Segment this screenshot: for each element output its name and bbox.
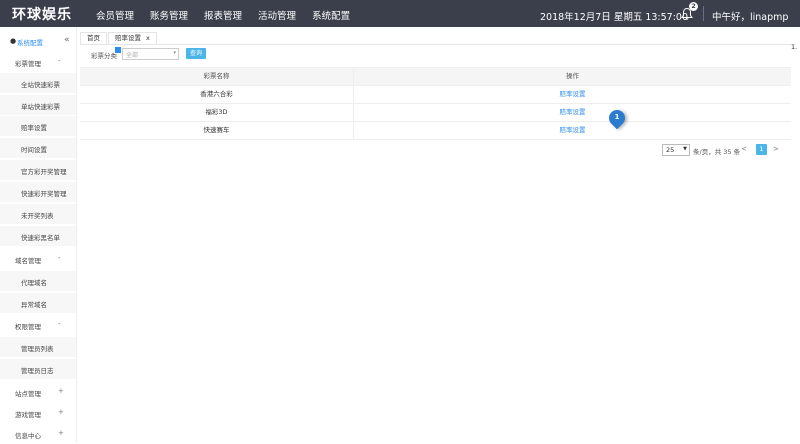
chevron-down-icon: ▾ xyxy=(173,50,176,56)
user-greeting[interactable]: 中午好，linapmp xyxy=(712,9,788,23)
category-select[interactable]: 全部 ▾ xyxy=(122,48,179,60)
chevron-down-icon: ▼ xyxy=(683,146,687,152)
sidebar-item-label: 未开奖列表 xyxy=(21,212,54,220)
sidebar-item-label: 域名管理 xyxy=(15,257,41,265)
nav-system-config[interactable]: 系统配置 xyxy=(312,8,350,22)
table-header-row: 彩票名称 操作 xyxy=(80,67,791,86)
sidebar-item-label: 快速彩黑名单 xyxy=(21,234,60,242)
sidebar-item-label: 时间设置 xyxy=(21,146,47,154)
nav-account-management[interactable]: 账务管理 xyxy=(150,8,188,22)
table-row: 香港六合彩 赔率设置 xyxy=(80,86,791,104)
nav-report-management[interactable]: 报表管理 xyxy=(204,8,242,22)
sidebar-group-game[interactable]: 游戏管理 + xyxy=(0,403,76,423)
lottery-table: 彩票名称 操作 香港六合彩 赔率设置 福彩3D 赔率设置 快速赛车 赔率设置 xyxy=(80,67,791,140)
site-logo[interactable]: 环球娱乐 xyxy=(12,4,72,24)
next-page-button[interactable]: > xyxy=(773,145,779,153)
marker-square-icon xyxy=(114,46,122,54)
table-row: 福彩3D 赔率设置 xyxy=(80,104,791,122)
page-size-value: 25 xyxy=(666,146,675,154)
odds-settings-link[interactable]: 赔率设置 xyxy=(560,90,586,98)
sidebar-group-permissions[interactable]: 权限管理 - xyxy=(0,315,76,335)
sidebar-title[interactable]: ● 系统配置 « xyxy=(0,34,76,48)
sidebar-item-label: 赔率设置 xyxy=(21,124,47,132)
page-size-select[interactable]: 25 ▼ xyxy=(662,144,690,156)
collapse-toggle-icon[interactable]: - xyxy=(58,320,61,328)
sidebar-title-label: 系统配置 xyxy=(17,39,43,47)
sidebar-item-label: 游戏管理 xyxy=(15,411,41,419)
user-icon: ● xyxy=(10,37,17,45)
page-tabs: 首页 赔率设置 x xyxy=(80,32,158,45)
sidebar-item-label: 权限管理 xyxy=(15,323,41,331)
sidebar-item-undrawn-list[interactable]: 未开奖列表 xyxy=(0,204,76,224)
sidebar-group-lottery[interactable]: 彩票管理 - xyxy=(0,52,76,72)
datetime-display: 2018年12月7日 星期五 13:57:00 xyxy=(540,12,689,23)
tab-label: 赔率设置 xyxy=(115,34,141,42)
collapse-toggle-icon[interactable]: - xyxy=(58,254,61,262)
current-page-button[interactable]: 1 xyxy=(756,144,767,155)
sidebar-item-abnormal-domain[interactable]: 异常域名 xyxy=(0,293,76,313)
table-row: 快速赛车 赔率设置 xyxy=(80,122,791,140)
sidebar-group-info-center[interactable]: 信息中心 + xyxy=(0,424,76,444)
sidebar-item-label: 快速彩开奖管理 xyxy=(21,190,67,198)
sidebar-item-label: 官方彩开奖管理 xyxy=(21,168,67,176)
sidebar-item-label: 代理域名 xyxy=(21,279,47,287)
sidebar-item-label: 站点管理 xyxy=(15,390,41,398)
sidebar-item-admin-log[interactable]: 管理员日志 xyxy=(0,359,76,379)
sidebar-item-fast-lottery-blacklist[interactable]: 快速彩黑名单 xyxy=(0,226,76,246)
action-cell: 赔率设置 xyxy=(354,86,791,103)
sidebar-group-domain[interactable]: 域名管理 - xyxy=(0,249,76,269)
header-divider xyxy=(703,6,704,21)
expand-toggle-icon[interactable]: + xyxy=(58,429,64,437)
expand-toggle-icon[interactable]: + xyxy=(58,408,64,416)
close-icon[interactable]: x xyxy=(146,34,150,42)
action-cell: 赔率设置 xyxy=(354,122,791,139)
sidebar-item-label: 全站快速彩票 xyxy=(21,81,60,89)
search-button[interactable]: 查询 xyxy=(186,48,206,59)
odds-settings-link[interactable]: 赔率设置 xyxy=(560,126,586,134)
nav-activity-management[interactable]: 活动管理 xyxy=(258,8,296,22)
tabs-divider xyxy=(80,44,796,45)
collapse-toggle-icon[interactable]: - xyxy=(58,57,61,65)
sidebar-item-official-draw-management[interactable]: 官方彩开奖管理 xyxy=(0,160,76,180)
sidebar-item-all-site-fast-lottery[interactable]: 全站快速彩票 xyxy=(0,73,76,93)
sidebar-item-label: 单站快速彩票 xyxy=(21,103,60,111)
sidebar-item-label: 管理员日志 xyxy=(21,367,54,375)
pagination-info: 条/页，共 35 条 xyxy=(693,148,741,156)
main-nav: 会员管理 账务管理 报表管理 活动管理 系统配置 xyxy=(96,8,366,22)
sidebar-item-label: 异常域名 xyxy=(21,301,47,309)
category-select-value: 全部 xyxy=(126,52,139,59)
lottery-name-cell: 香港六合彩 xyxy=(80,86,354,103)
sidebar-item-admin-list[interactable]: 管理员列表 xyxy=(0,337,76,357)
sidebar-item-odds-settings[interactable]: 赔率设置 xyxy=(0,116,76,136)
sidebar-item-label: 管理员列表 xyxy=(21,345,54,353)
sidebar-item-label: 彩票管理 xyxy=(15,60,41,68)
pin-label: 1 xyxy=(614,113,620,121)
notification-badge: 2 xyxy=(689,2,698,11)
lottery-name-cell: 福彩3D xyxy=(80,104,354,121)
sidebar-item-time-settings[interactable]: 时间设置 xyxy=(0,138,76,158)
lottery-name-cell: 快速赛车 xyxy=(80,122,354,139)
odds-settings-link[interactable]: 赔率设置 xyxy=(560,108,586,116)
top-header-bar: 环球娱乐 会员管理 账务管理 报表管理 活动管理 系统配置 2018年12月7日… xyxy=(0,0,800,27)
sidebar-item-label: 信息中心 xyxy=(15,432,41,440)
edge-text: 1. xyxy=(791,43,798,51)
action-cell: 赔率设置 xyxy=(354,104,791,121)
expand-toggle-icon[interactable]: + xyxy=(58,387,64,395)
sidebar-item-single-site-fast-lottery[interactable]: 单站快速彩票 xyxy=(0,95,76,115)
column-header-lottery-name: 彩票名称 xyxy=(80,68,354,85)
sidebar: ● 系统配置 « 彩票管理 - 全站快速彩票 单站快速彩票 赔率设置 时间设置 … xyxy=(0,27,77,443)
sidebar-group-site[interactable]: 站点管理 + xyxy=(0,382,76,402)
prev-page-button[interactable]: < xyxy=(741,145,747,153)
column-header-action: 操作 xyxy=(566,72,579,80)
collapse-sidebar-icon[interactable]: « xyxy=(64,35,70,45)
sidebar-item-agent-domain[interactable]: 代理域名 xyxy=(0,271,76,291)
nav-member-management[interactable]: 会员管理 xyxy=(96,8,134,22)
sidebar-item-fast-draw-management[interactable]: 快速彩开奖管理 xyxy=(0,182,76,202)
